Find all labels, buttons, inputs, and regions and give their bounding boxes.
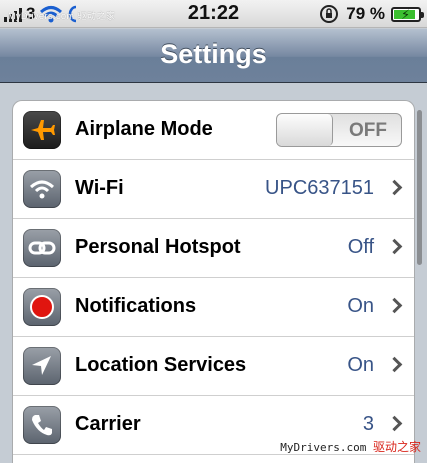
status-bar: 3 MyDrivers.com 驱动之家 21:22 79 % ⚡ — [0, 0, 427, 28]
row-value: UPC637151 — [265, 177, 374, 199]
charging-bolt-icon: ⚡ — [401, 6, 411, 22]
row-value: On — [347, 295, 374, 317]
row-label: Personal Hotspot — [75, 236, 241, 258]
row-value: Off — [347, 236, 374, 258]
row-label: Wi-Fi — [75, 177, 124, 199]
row-label: Carrier — [75, 413, 141, 435]
row-value: On — [347, 354, 374, 376]
hotspot-chain-icon — [23, 229, 61, 267]
status-right: 79 % ⚡ — [318, 3, 424, 25]
chevron-right-icon — [386, 238, 403, 255]
notifications-icon — [23, 288, 61, 326]
settings-table: Airplane Mode OFF Wi-Fi UPC637151 Person… — [12, 100, 415, 463]
phone-icon — [23, 406, 61, 444]
chevron-right-icon — [386, 356, 403, 373]
rotation-lock-icon — [320, 5, 339, 23]
row-wifi[interactable]: Wi-Fi UPC637151 — [13, 160, 414, 219]
switch-knob — [277, 114, 333, 146]
airplane-icon — [23, 111, 61, 149]
navigation-bar: Settings — [0, 29, 427, 83]
row-location-services[interactable]: Location Services On — [13, 337, 414, 396]
chevron-right-icon — [386, 415, 403, 432]
scroll-indicator[interactable] — [417, 110, 422, 265]
row-notifications[interactable]: Notifications On — [13, 278, 414, 337]
wifi-settings-icon — [23, 170, 61, 208]
airplane-mode-switch[interactable]: OFF — [276, 113, 402, 147]
row-personal-hotspot[interactable]: Personal Hotspot Off — [13, 219, 414, 278]
row-label: Airplane Mode — [75, 118, 213, 140]
watermark: MyDrivers.com 驱动之家 — [280, 438, 421, 455]
row-airplane-mode[interactable]: Airplane Mode OFF — [13, 101, 414, 160]
watermark-text: MyDrivers.com — [280, 441, 367, 454]
page-title: Settings — [160, 39, 267, 69]
chevron-right-icon — [386, 297, 403, 314]
location-arrow-icon — [23, 347, 61, 385]
battery-percent: 79 % — [346, 4, 385, 23]
watermark-cn: 驱动之家 — [372, 440, 421, 454]
chevron-right-icon — [386, 179, 403, 196]
battery-icon: ⚡ — [391, 6, 424, 22]
row-value: 3 — [362, 413, 374, 435]
switch-state: OFF — [349, 120, 387, 141]
row-label: Notifications — [75, 295, 197, 317]
row-label: Location Services — [75, 354, 247, 376]
